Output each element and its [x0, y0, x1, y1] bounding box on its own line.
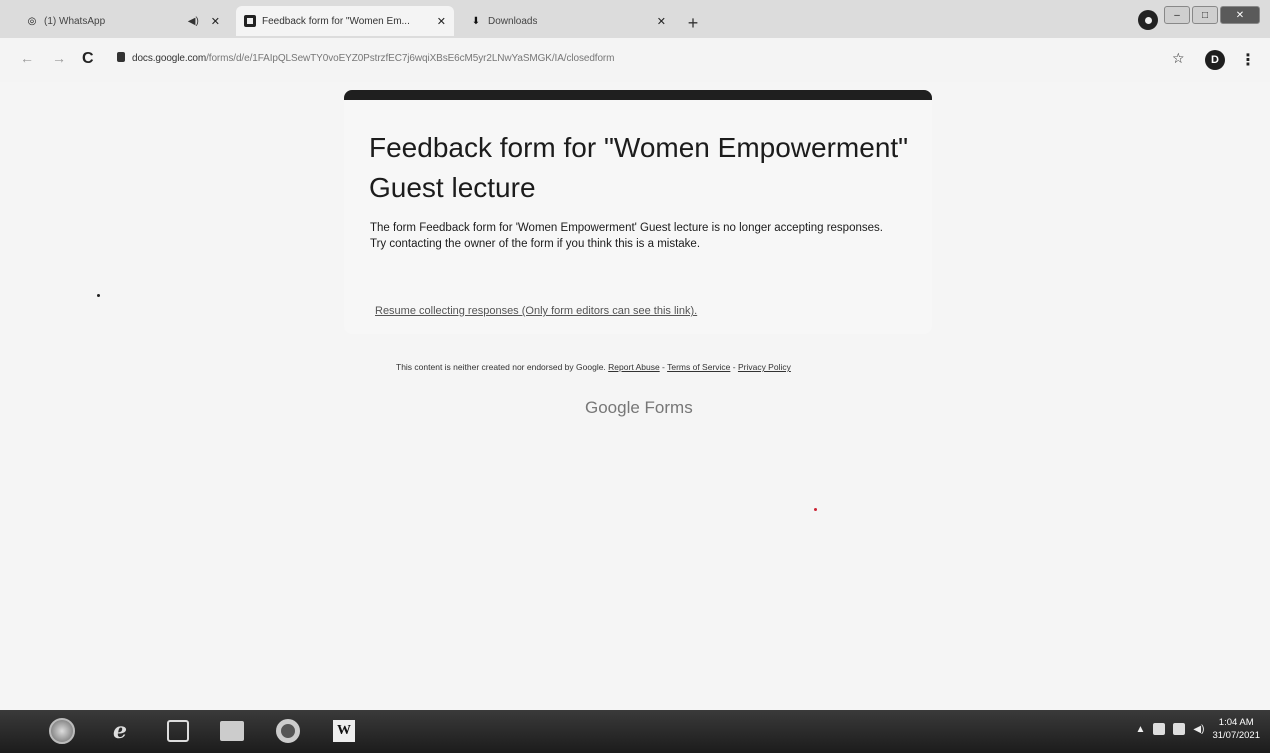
close-tab-icon[interactable]: ✕ — [437, 15, 446, 28]
new-tab-button[interactable]: + — [682, 12, 704, 34]
speaker-icon[interactable]: ◀) — [188, 16, 199, 27]
terms-link[interactable]: Terms of Service — [667, 362, 730, 372]
action-center-icon[interactable] — [1153, 723, 1166, 735]
stray-dot — [814, 508, 817, 511]
google-forms-logo[interactable]: Google Forms — [585, 398, 693, 418]
report-abuse-link[interactable]: Report Abuse — [608, 362, 660, 372]
closed-message-line: The form Feedback form for 'Women Empowe… — [370, 222, 883, 234]
window-controls: – □ ✕ — [1164, 6, 1260, 24]
whatsapp-icon: ◎ — [27, 15, 37, 27]
chrome-icon — [276, 719, 300, 743]
tab-title: (1) WhatsApp — [44, 15, 106, 27]
tab-title: Downloads — [488, 15, 538, 27]
tab-downloads[interactable]: ⬇ Downloads ✕ — [462, 6, 674, 36]
download-icon: ⬇ — [471, 15, 481, 27]
windows-orb-icon — [49, 718, 75, 744]
card-accent-bar — [344, 90, 932, 100]
word-icon: W — [333, 720, 355, 742]
folder-icon — [220, 721, 244, 741]
tab-feedback-form[interactable]: Feedback form for "Women Em... ✕ — [236, 6, 454, 36]
word-taskbar-button[interactable]: W — [324, 715, 364, 747]
show-hidden-icons[interactable]: ▲ — [1136, 724, 1146, 735]
lock-icon — [117, 52, 125, 62]
back-icon[interactable]: ← — [20, 50, 34, 66]
clock-date: 31/07/2021 — [1212, 730, 1260, 741]
clock-time: 1:04 AM — [1218, 717, 1254, 728]
closed-message: The form Feedback form for 'Women Empowe… — [370, 221, 910, 252]
media-icon — [167, 720, 189, 742]
address-bar[interactable]: docs.google.com/forms/d/e/1FAIpQLSewTY0v… — [132, 53, 614, 64]
closed-form-card: Feedback form for "Women Empowerment" Gu… — [344, 90, 932, 334]
footer-disclaimer: This content is neither created nor endo… — [396, 362, 791, 372]
disclaimer-text: This content is neither created nor endo… — [396, 362, 606, 372]
stray-dot — [97, 294, 100, 297]
file-explorer-button[interactable] — [212, 715, 252, 747]
tab-title: Feedback form for "Women Em... — [262, 15, 410, 27]
start-button[interactable] — [45, 715, 79, 747]
browser-tab-strip: ◎ (1) WhatsApp ◀) ✕ Feedback form for "W… — [0, 0, 1270, 38]
close-tab-icon[interactable]: ✕ — [211, 15, 220, 28]
page-content: Feedback form for "Women Empowerment" Gu… — [0, 82, 1270, 710]
profile-avatar[interactable]: D — [1205, 50, 1225, 70]
closed-message-line: Try contacting the owner of the form if … — [370, 237, 701, 250]
privacy-link[interactable]: Privacy Policy — [738, 362, 791, 372]
windows-taskbar: e W ▲ ◀) 1:04 AM 31/07/2021 — [0, 710, 1270, 753]
internet-explorer-button[interactable]: e — [100, 715, 140, 747]
url-host: docs.google.com — [132, 53, 207, 64]
chrome-taskbar-button[interactable] — [268, 715, 308, 747]
ie-icon: e — [113, 718, 127, 744]
close-window-button[interactable]: ✕ — [1220, 6, 1260, 24]
menu-kebab-icon[interactable]: ⋮ — [1240, 50, 1256, 70]
close-tab-icon[interactable]: ✕ — [657, 15, 666, 28]
forward-icon[interactable]: → — [52, 50, 66, 66]
media-player-button[interactable] — [158, 715, 198, 747]
url-path: /forms/d/e/1FAIpQLSewTY0voEYZ0PstrzfEC7j… — [206, 53, 615, 64]
network-icon[interactable] — [1173, 723, 1186, 735]
system-tray: ▲ ◀) 1:04 AM 31/07/2021 — [1136, 716, 1260, 742]
reload-icon[interactable]: C — [82, 50, 94, 68]
form-title: Feedback form for "Women Empowerment" Gu… — [369, 132, 909, 203]
bookmark-star-icon[interactable]: ☆ — [1172, 50, 1185, 67]
volume-icon[interactable]: ◀) — [1193, 724, 1204, 735]
chrome-profile-icon[interactable] — [1138, 10, 1158, 30]
tab-whatsapp[interactable]: ◎ (1) WhatsApp ◀) ✕ — [18, 6, 228, 36]
resume-collecting-link[interactable]: Resume collecting responses (Only form e… — [375, 305, 697, 317]
taskbar-clock[interactable]: 1:04 AM 31/07/2021 — [1212, 716, 1260, 742]
minimize-button[interactable]: – — [1164, 6, 1190, 24]
google-forms-icon — [244, 15, 256, 27]
browser-toolbar: ← → C docs.google.com/forms/d/e/1FAIpQLS… — [0, 38, 1270, 82]
maximize-button[interactable]: □ — [1192, 6, 1218, 24]
